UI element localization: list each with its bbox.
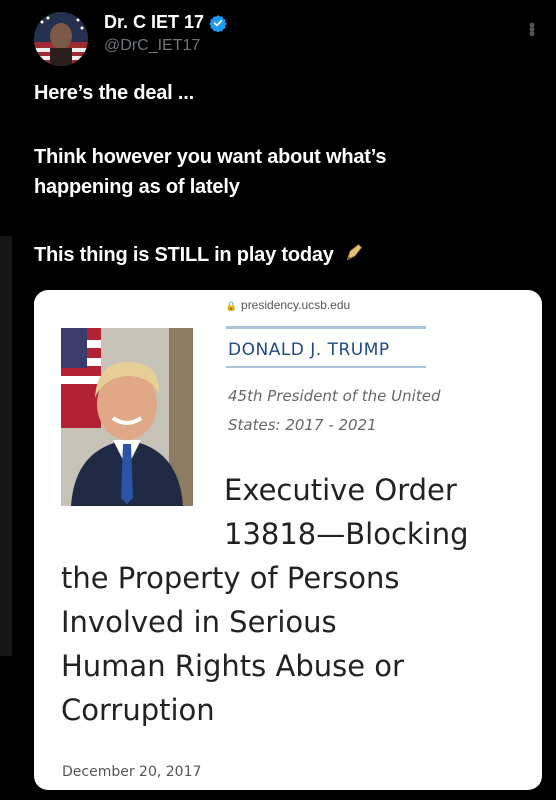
tweet-text-line: Here’s the deal ... bbox=[34, 82, 194, 104]
author-name[interactable]: Dr. C IET 17 bbox=[104, 12, 227, 33]
tweet[interactable]: Dr. C IET 17 @DrC_IET17 ••• Here’s the d… bbox=[0, 0, 556, 800]
side-panel-edge bbox=[0, 236, 12, 656]
president-name-link[interactable]: DONALD J. TRUMP bbox=[228, 340, 390, 360]
url-text: presidency.ucsb.edu bbox=[241, 298, 351, 312]
tweet-text-span: This thing is STILL in play today bbox=[34, 244, 334, 266]
url-bar: 🔒 presidency.ucsb.edu bbox=[34, 290, 542, 320]
document-title-line: 13818—Blocking bbox=[224, 517, 469, 551]
document-title: Executive Order 13818—Blocking the Prope… bbox=[61, 468, 521, 732]
avatar-image bbox=[34, 12, 88, 66]
president-title: 45th President of the United States: 201… bbox=[228, 382, 518, 440]
lock-icon: 🔒 bbox=[225, 301, 238, 311]
author-handle[interactable]: @DrC_IET17 bbox=[104, 37, 200, 55]
verified-badge-icon bbox=[209, 14, 227, 32]
tweet-text-line: Think however you want about what’s bbox=[34, 146, 387, 168]
document-title-line: Executive Order bbox=[224, 473, 457, 507]
embedded-image-card[interactable]: 🔒 presidency.ucsb.edu DONALD J. TRUMP 45… bbox=[34, 290, 542, 790]
president-title-line: States: 2017 - 2021 bbox=[228, 416, 377, 434]
author-name-text: Dr. C IET 17 bbox=[104, 12, 205, 32]
pen-icon bbox=[346, 244, 363, 261]
avatar[interactable] bbox=[34, 12, 88, 66]
tweet-text-line: This thing is STILL in play today bbox=[34, 242, 365, 267]
divider bbox=[226, 366, 426, 368]
more-options-icon[interactable]: ••• bbox=[521, 22, 542, 35]
document-date: December 20, 2017 bbox=[62, 764, 202, 780]
document-title-line: Human Rights Abuse or bbox=[61, 649, 404, 683]
document-title-line: Corruption bbox=[61, 693, 215, 727]
document-title-line: the Property of Persons bbox=[61, 561, 400, 595]
divider bbox=[226, 326, 426, 329]
document-title-line: Involved in Serious bbox=[61, 605, 337, 639]
president-title-line: 45th President of the United bbox=[228, 387, 441, 405]
tweet-text-line: happening as of lately bbox=[34, 176, 240, 198]
